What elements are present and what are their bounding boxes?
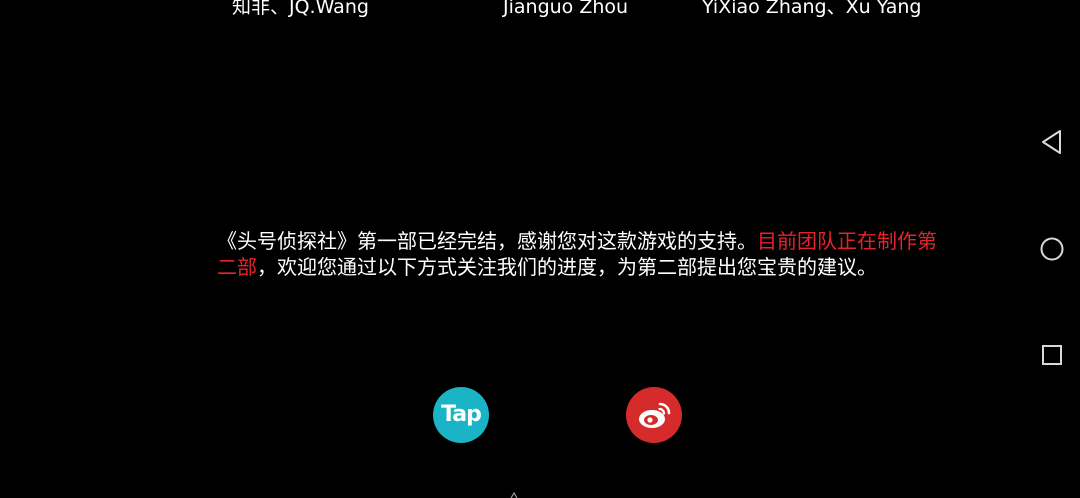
completion-message: 《头号侦探社》第一部已经完结，感谢您对这款游戏的支持。目前团队正在制作第二部，欢…	[217, 228, 939, 280]
square-recent-icon	[1042, 345, 1062, 365]
weibo-button[interactable]	[626, 387, 682, 443]
taptap-button[interactable]: Tap	[433, 387, 489, 443]
credit-name-1: 知非、JQ.Wang	[232, 0, 369, 18]
message-text-start: 《头号侦探社》第一部已经完结，感谢您对这款游戏的支持。	[217, 229, 757, 253]
home-button[interactable]	[1038, 235, 1066, 263]
credit-name-2: Jianguo Zhou	[503, 0, 629, 18]
recent-apps-button[interactable]	[1038, 341, 1066, 369]
credit-name-3: YiXiao Zhang、Xu Yang	[702, 0, 922, 18]
system-navigation-bar	[1024, 0, 1080, 498]
message-text-end: ，欢迎您通过以下方式关注我们的进度，为第二部提出您宝贵的建议。	[257, 255, 877, 279]
taptap-icon: Tap	[441, 401, 482, 427]
circle-home-icon	[1040, 237, 1064, 261]
triangle-back-icon	[1042, 130, 1061, 154]
back-button[interactable]	[1038, 128, 1066, 156]
weibo-icon	[639, 402, 671, 428]
partial-glyph	[510, 492, 518, 498]
